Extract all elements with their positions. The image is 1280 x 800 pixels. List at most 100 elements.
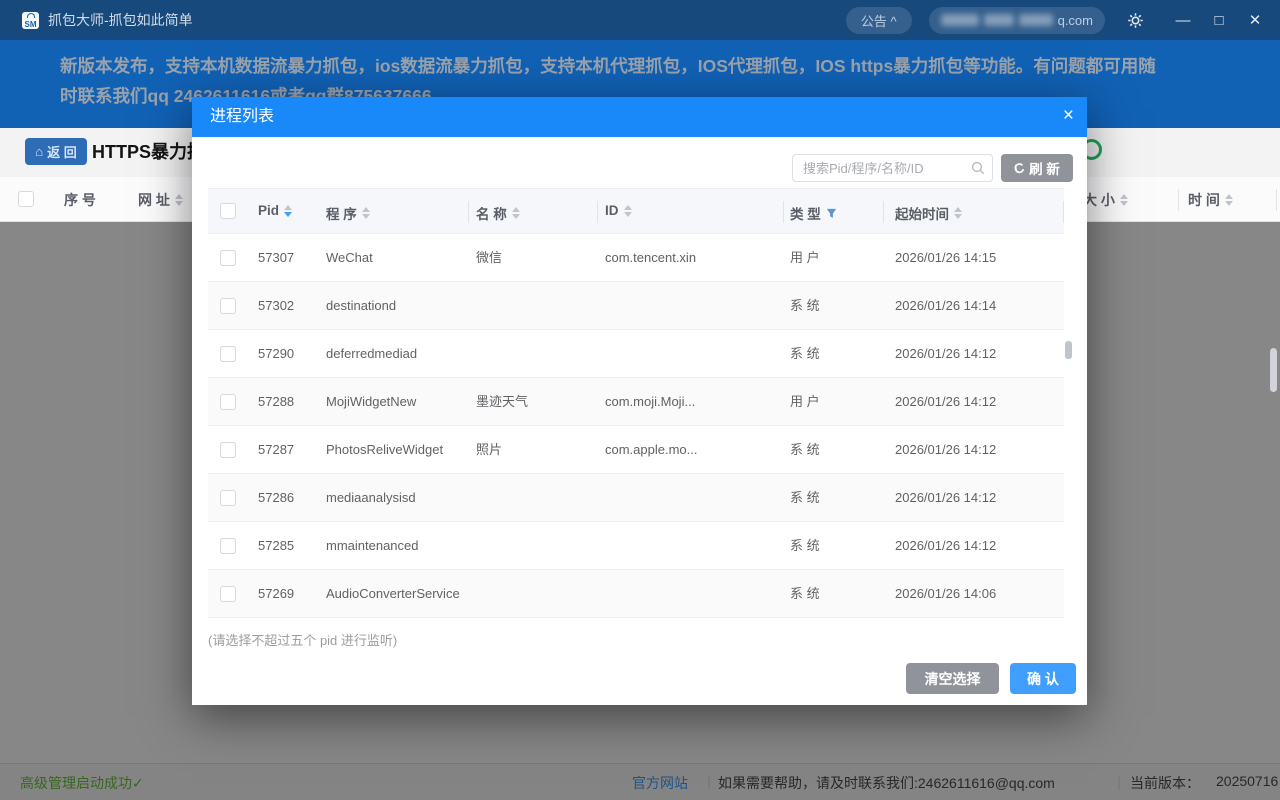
table-row[interactable]: 57302 destinationd 系 统 2026/01/26 14:14 bbox=[208, 282, 1064, 330]
redacted-block bbox=[1019, 14, 1053, 26]
sort-carets-icon[interactable] bbox=[624, 205, 632, 217]
cell-pid: 57286 bbox=[258, 474, 322, 522]
row-checkbox[interactable] bbox=[220, 586, 236, 602]
dialog-close-icon[interactable]: × bbox=[1063, 97, 1074, 137]
banner-line1: 新版本发布，支持本机数据流暴力抓包，ios数据流暴力抓包，支持本机代理抓包，IO… bbox=[60, 51, 1240, 81]
refresh-button[interactable]: C 刷 新 bbox=[1001, 154, 1073, 182]
column-url[interactable]: 网 址 bbox=[138, 190, 183, 210]
cell-name bbox=[476, 570, 601, 618]
cell-name: 微信 bbox=[476, 234, 601, 282]
row-checkbox[interactable] bbox=[220, 346, 236, 362]
cell-program: PhotosReliveWidget bbox=[326, 426, 471, 474]
announcement-label: 公告 ^ bbox=[861, 11, 897, 30]
cell-pid: 57287 bbox=[258, 426, 322, 474]
account-domain: q.com bbox=[1058, 13, 1093, 28]
account-pill[interactable]: q.com bbox=[929, 7, 1105, 34]
cell-name: 墨迹天气 bbox=[476, 378, 601, 426]
row-checkbox[interactable] bbox=[220, 538, 236, 554]
row-checkbox[interactable] bbox=[220, 298, 236, 314]
column-time[interactable]: 时 间 bbox=[1188, 190, 1233, 210]
confirm-button[interactable]: 确 认 bbox=[1010, 663, 1076, 694]
cell-name bbox=[476, 522, 601, 570]
app-title: 抓包大师-抓包如此简单 bbox=[48, 10, 193, 30]
maximize-button[interactable]: □ bbox=[1206, 12, 1232, 29]
cell-pid: 57290 bbox=[258, 330, 322, 378]
minimize-button[interactable]: — bbox=[1170, 12, 1196, 29]
column-type[interactable]: 类 型 bbox=[790, 203, 837, 223]
cell-type: 系 统 bbox=[790, 474, 870, 522]
page-title: HTTPS暴力抓 bbox=[92, 138, 205, 164]
table-scrollbar-thumb[interactable] bbox=[1065, 341, 1072, 359]
column-divider bbox=[883, 201, 884, 223]
back-button[interactable]: ⌂ 返 回 bbox=[25, 138, 87, 165]
column-name[interactable]: 名 称 bbox=[476, 203, 520, 223]
column-pid[interactable]: Pid bbox=[258, 203, 292, 218]
column-id[interactable]: ID bbox=[605, 203, 632, 218]
cell-name bbox=[476, 474, 601, 522]
cell-pid: 57269 bbox=[258, 570, 322, 618]
table-row[interactable]: 57290 deferredmediad 系 统 2026/01/26 14:1… bbox=[208, 330, 1064, 378]
row-checkbox[interactable] bbox=[220, 250, 236, 266]
table-row[interactable]: 57286 mediaanalysisd 系 统 2026/01/26 14:1… bbox=[208, 474, 1064, 522]
app-logo-icon: SM bbox=[22, 12, 39, 29]
settings-gear-icon[interactable] bbox=[1127, 12, 1144, 29]
cell-id: com.tencent.xin bbox=[605, 234, 735, 282]
main-scrollbar-thumb[interactable] bbox=[1270, 348, 1277, 392]
column-divider bbox=[1178, 189, 1179, 211]
row-checkbox[interactable] bbox=[220, 394, 236, 410]
cell-type: 系 统 bbox=[790, 330, 870, 378]
redacted-block bbox=[984, 14, 1014, 26]
sort-carets-icon[interactable] bbox=[284, 205, 292, 217]
select-all-checkbox[interactable] bbox=[18, 191, 34, 207]
column-size[interactable]: 大 小 bbox=[1083, 190, 1128, 210]
column-divider bbox=[1276, 189, 1277, 211]
sort-carets-icon[interactable] bbox=[954, 207, 962, 219]
column-divider bbox=[783, 201, 784, 223]
cell-name bbox=[476, 330, 601, 378]
cell-id bbox=[605, 474, 735, 522]
cell-pid: 57288 bbox=[258, 378, 322, 426]
column-program[interactable]: 程 序 bbox=[326, 203, 370, 223]
cell-id bbox=[605, 330, 735, 378]
table-row[interactable]: 57285 mmaintenanced 系 统 2026/01/26 14:12 bbox=[208, 522, 1064, 570]
titlebar: SM 抓包大师-抓包如此简单 公告 ^ q.com — □ ✕ bbox=[0, 0, 1280, 40]
table-row[interactable]: 57307 WeChat 微信 com.tencent.xin 用 户 2026… bbox=[208, 234, 1064, 282]
cell-id: com.moji.Moji... bbox=[605, 378, 735, 426]
close-window-button[interactable]: ✕ bbox=[1242, 11, 1268, 29]
process-list-dialog: 进程列表 × C 刷 新 Pid 程 序 名 称 ID bbox=[192, 97, 1087, 705]
column-divider bbox=[468, 201, 469, 223]
cell-pid: 57285 bbox=[258, 522, 322, 570]
cell-id bbox=[605, 522, 735, 570]
sort-carets-icon[interactable] bbox=[1225, 194, 1233, 206]
process-search-input[interactable] bbox=[792, 154, 993, 182]
cell-type: 系 统 bbox=[790, 426, 870, 474]
cell-pid: 57302 bbox=[258, 282, 322, 330]
announcement-button[interactable]: 公告 ^ bbox=[846, 7, 912, 34]
process-table-body: 57307 WeChat 微信 com.tencent.xin 用 户 2026… bbox=[208, 234, 1064, 618]
cell-program: deferredmediad bbox=[326, 330, 471, 378]
cell-time: 2026/01/26 14:12 bbox=[895, 330, 1055, 378]
column-start-time[interactable]: 起始时间 bbox=[895, 203, 962, 223]
sort-carets-icon[interactable] bbox=[512, 207, 520, 219]
cell-type: 系 统 bbox=[790, 522, 870, 570]
dialog-title: 进程列表 bbox=[210, 108, 274, 125]
table-row[interactable]: 57287 PhotosReliveWidget 照片 com.apple.mo… bbox=[208, 426, 1064, 474]
cell-program: MojiWidgetNew bbox=[326, 378, 471, 426]
sort-carets-icon[interactable] bbox=[1120, 194, 1128, 206]
row-checkbox[interactable] bbox=[220, 442, 236, 458]
cell-type: 用 户 bbox=[790, 378, 870, 426]
cell-time: 2026/01/26 14:12 bbox=[895, 474, 1055, 522]
cell-program: mediaanalysisd bbox=[326, 474, 471, 522]
clear-selection-button[interactable]: 清空选择 bbox=[906, 663, 999, 694]
cell-id: com.apple.mo... bbox=[605, 426, 735, 474]
select-all-processes-checkbox[interactable] bbox=[220, 203, 236, 219]
table-row[interactable]: 57288 MojiWidgetNew 墨迹天气 com.moji.Moji..… bbox=[208, 378, 1064, 426]
row-checkbox[interactable] bbox=[220, 490, 236, 506]
cell-type: 系 统 bbox=[790, 282, 870, 330]
sort-carets-icon[interactable] bbox=[362, 207, 370, 219]
cell-id bbox=[605, 570, 735, 618]
cell-name: 照片 bbox=[476, 426, 601, 474]
table-row[interactable]: 57269 AudioConverterService 系 统 2026/01/… bbox=[208, 570, 1064, 618]
sort-carets-icon[interactable] bbox=[175, 194, 183, 206]
filter-funnel-icon[interactable] bbox=[826, 208, 837, 219]
